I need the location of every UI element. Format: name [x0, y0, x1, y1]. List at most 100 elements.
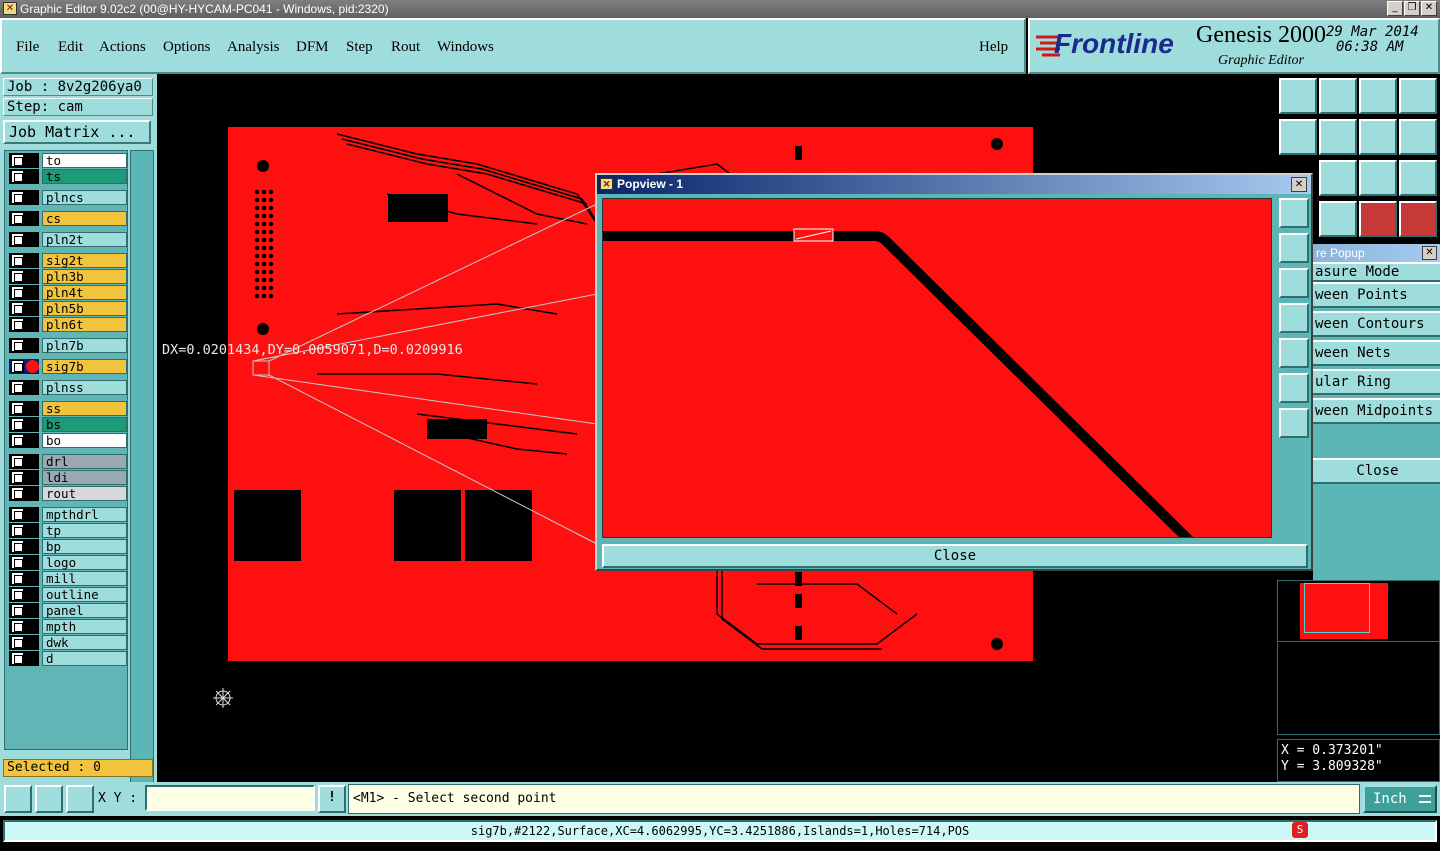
layer-row-plnss[interactable]: plnss — [8, 380, 127, 395]
layer-name[interactable]: pln6t — [42, 317, 127, 332]
layer-name[interactable]: bo — [42, 433, 127, 448]
layer-checkbox[interactable] — [11, 381, 24, 394]
layer-checkbox[interactable] — [11, 652, 24, 665]
layer-row-pln7b[interactable]: pln7b — [8, 338, 127, 353]
xy-input[interactable] — [145, 785, 315, 811]
trace-icon[interactable] — [1319, 201, 1357, 237]
popview-zoom-icon[interactable] — [1279, 198, 1309, 228]
layer-name[interactable]: d — [42, 651, 127, 666]
layer-name[interactable]: ldi — [42, 470, 127, 485]
layer-name[interactable]: panel — [42, 603, 127, 618]
layer-row-ts[interactable]: ts — [8, 169, 127, 184]
layer-affected-cell[interactable] — [9, 153, 39, 168]
layer-name[interactable]: to — [42, 153, 127, 168]
menu-file[interactable]: File — [16, 39, 39, 56]
grid-snap-icon[interactable] — [35, 785, 63, 813]
layer-name[interactable]: cs — [42, 211, 127, 226]
layer-row-bo[interactable]: bo — [8, 433, 127, 448]
layer-affected-cell[interactable] — [9, 555, 39, 570]
layer-name[interactable]: ss — [42, 401, 127, 416]
layer-checkbox[interactable] — [11, 286, 24, 299]
layer-name[interactable]: pln7b — [42, 338, 127, 353]
popview-pan-down-icon[interactable] — [1279, 268, 1309, 298]
minimize-button[interactable]: _ — [1387, 1, 1403, 16]
layer-name[interactable]: dwk — [42, 635, 127, 650]
layer-checkbox[interactable] — [11, 455, 24, 468]
layer-name[interactable]: rout — [42, 486, 127, 501]
layer-name[interactable]: plncs — [42, 190, 127, 205]
layer-name[interactable]: bp — [42, 539, 127, 554]
layer-row-pln3b[interactable]: pln3b — [8, 269, 127, 284]
measure-annular-ring[interactable]: ular Ring — [1313, 369, 1440, 395]
layer-row-pln2t[interactable]: pln2t — [8, 232, 127, 247]
layer-name[interactable]: tp — [42, 523, 127, 538]
layer-checkbox[interactable] — [11, 402, 24, 415]
layer-checkbox[interactable] — [11, 556, 24, 569]
layer-row-rout[interactable]: rout — [8, 486, 127, 501]
layer-row-ldi[interactable]: ldi — [8, 470, 127, 485]
snap-icon[interactable] — [4, 785, 32, 813]
popview-canvas[interactable] — [602, 198, 1272, 538]
layer-name[interactable]: mpth — [42, 619, 127, 634]
layer-checkbox[interactable] — [11, 524, 24, 537]
grid-icon[interactable] — [66, 785, 94, 813]
layer-affected-cell[interactable] — [9, 232, 39, 247]
layer-affected-cell[interactable] — [9, 190, 39, 205]
layer-name[interactable]: logo — [42, 555, 127, 570]
layer-checkbox[interactable] — [11, 212, 24, 225]
pan-left-icon[interactable] — [1279, 119, 1317, 155]
home-icon[interactable] — [1279, 78, 1317, 114]
layer-name[interactable]: ts — [42, 169, 127, 184]
measure-between-midpoints[interactable]: ween Midpoints — [1313, 398, 1440, 424]
popview-zoom-in-icon[interactable] — [1279, 408, 1309, 438]
menu-help[interactable]: Help — [979, 39, 1008, 56]
layer-row-outline[interactable]: outline — [8, 587, 127, 602]
layer-affected-cell[interactable] — [9, 301, 39, 316]
menu-windows[interactable]: Windows — [437, 39, 494, 56]
menu-rout[interactable]: Rout — [391, 39, 420, 56]
measure-close-button[interactable]: Close — [1313, 458, 1440, 484]
measure-between-nets[interactable]: ween Nets — [1313, 340, 1440, 366]
swap-icon[interactable] — [1399, 119, 1437, 155]
layer-checkbox[interactable] — [11, 302, 24, 315]
layer-checkbox[interactable] — [11, 418, 24, 431]
layer-name[interactable]: sig7b — [42, 359, 127, 374]
layer-row-logo[interactable]: logo — [8, 555, 127, 570]
menu-options[interactable]: Options — [163, 39, 211, 56]
layer-affected-cell[interactable] — [9, 285, 39, 300]
layer-affected-cell[interactable] — [9, 433, 39, 448]
layer-name[interactable]: outline — [42, 587, 127, 602]
layer-row-bs[interactable]: bs — [8, 417, 127, 432]
layer-name[interactable]: pln2t — [42, 232, 127, 247]
layer-checkbox[interactable] — [11, 191, 24, 204]
layer-checkbox[interactable] — [11, 434, 24, 447]
netlist-icon[interactable] — [1399, 201, 1437, 237]
job-matrix-button[interactable]: Job Matrix ... — [3, 120, 151, 144]
ime-icon[interactable]: S — [1292, 822, 1308, 838]
layer-affected-cell[interactable] — [9, 470, 39, 485]
layer-affected-cell[interactable] — [9, 169, 39, 184]
layer-row-mill[interactable]: mill — [8, 571, 127, 586]
layer-affected-cell[interactable] — [9, 317, 39, 332]
layer-name[interactable]: bs — [42, 417, 127, 432]
layer-checkbox[interactable] — [11, 572, 24, 585]
layer-name[interactable]: pln4t — [42, 285, 127, 300]
layer-name[interactable]: pln5b — [42, 301, 127, 316]
fit-icon[interactable] — [1399, 78, 1437, 114]
layer-affected-cell[interactable] — [9, 401, 39, 416]
layer-checkbox[interactable] — [11, 636, 24, 649]
close-window-button[interactable]: ✕ — [1421, 1, 1437, 16]
layer-checkbox[interactable] — [11, 154, 24, 167]
layer-checkbox[interactable] — [11, 508, 24, 521]
overview-map[interactable] — [1277, 580, 1440, 735]
layer-affected-cell[interactable] — [9, 211, 39, 226]
layer-checkbox[interactable] — [11, 233, 24, 246]
maximize-button[interactable]: ❐ — [1404, 1, 1420, 16]
layer-checkbox[interactable] — [11, 620, 24, 633]
layer-name[interactable]: sig2t — [42, 253, 127, 268]
layer-affected-cell[interactable] — [9, 338, 39, 353]
layer-checkbox[interactable] — [11, 254, 24, 267]
layer-name[interactable]: mill — [42, 571, 127, 586]
layer-name[interactable]: mpthdrl — [42, 507, 127, 522]
layer-checkbox[interactable] — [11, 270, 24, 283]
